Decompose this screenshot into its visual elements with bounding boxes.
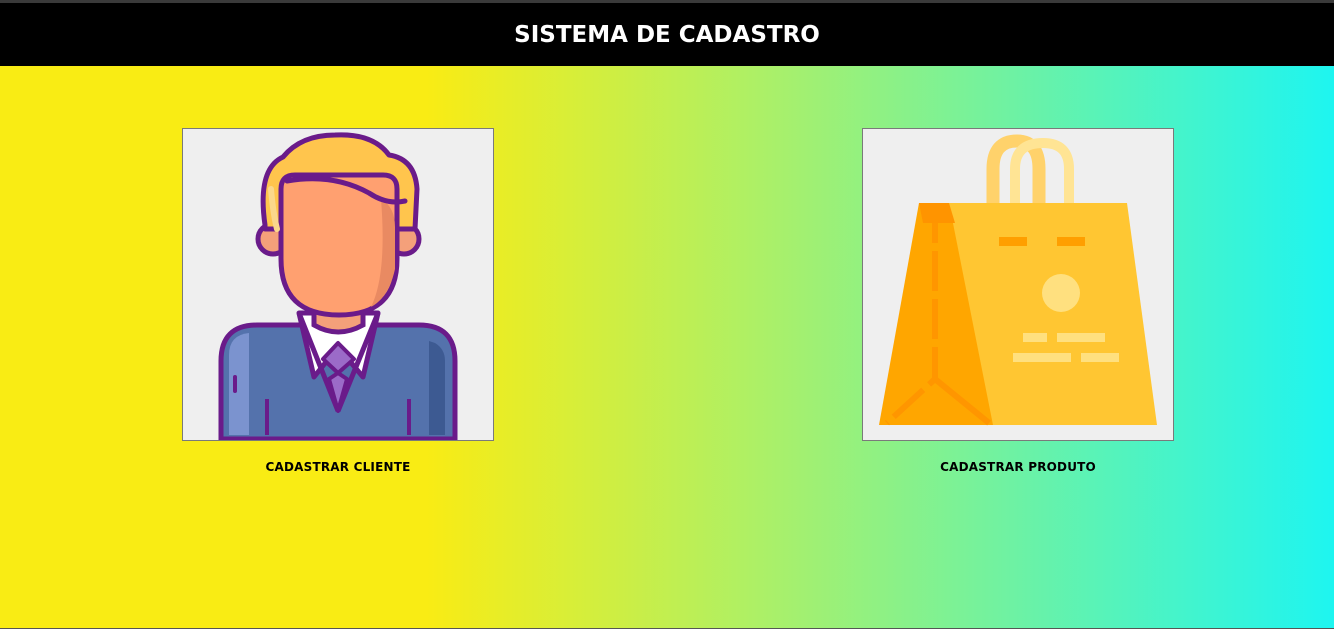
customer-avatar-icon [218, 132, 458, 440]
register-client-card[interactable]: CADASTRAR CLIENTE [182, 128, 494, 474]
register-client-label[interactable]: CADASTRAR CLIENTE [182, 460, 494, 474]
page-title: SISTEMA DE CADASTRO [514, 21, 820, 48]
register-client-image[interactable] [182, 128, 494, 441]
register-product-image[interactable] [862, 128, 1174, 441]
page-header: SISTEMA DE CADASTRO [0, 3, 1334, 66]
register-product-card[interactable]: CADASTRAR PRODUTO [862, 128, 1174, 474]
register-product-label[interactable]: CADASTRAR PRODUTO [862, 460, 1174, 474]
shopping-bag-icon [879, 134, 1157, 426]
